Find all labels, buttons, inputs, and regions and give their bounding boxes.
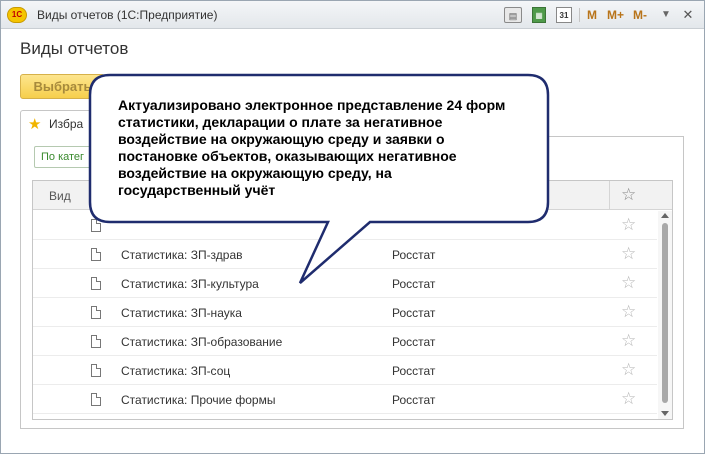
star-icon[interactable]: ☆ [621,273,636,293]
star-icon[interactable]: ☆ [621,244,636,264]
report-org: Росстат [392,393,436,407]
column-separator [609,181,610,210]
scroll-up-icon[interactable] [661,213,669,218]
report-org: Росстат [392,364,436,378]
column-header-vid[interactable]: Вид [49,189,71,203]
callout-text: Актуализировано электронное представлени… [118,97,506,198]
favorite-column-star-icon[interactable]: ☆ [621,185,636,205]
star-icon[interactable]: ☆ [621,389,636,409]
document-icon [91,248,101,261]
vertical-scrollbar[interactable] [658,211,672,419]
document-icon [91,335,101,348]
tab-favorites-label: Избра [49,117,84,131]
print-icon[interactable]: ▤ [504,7,522,23]
report-org: Росстат [392,277,436,291]
memory-button[interactable]: M [587,7,597,23]
table-row[interactable]: Статистика: ЗП-соц Росстат ☆ [33,356,657,385]
app-logo-icon: 1С [7,7,27,23]
report-org: Росстат [392,306,436,320]
reports-table: Вид ☆ ☆ Статистика: ЗП-здрав Росстат ☆ С… [32,180,673,420]
table-row[interactable]: Статистика: ЗП-здрав Росстат ☆ [33,240,657,269]
calculator-icon[interactable]: ▦ [532,7,546,23]
calendar-icon[interactable]: 31 [556,7,572,23]
report-name: Статистика: ЗП-культура [121,277,259,291]
star-icon[interactable]: ☆ [621,215,636,235]
report-org: Росстат [392,335,436,349]
table-row[interactable]: Статистика: ЗП-наука Росстат ☆ [33,298,657,327]
table-row[interactable]: Статистика: ЗП-образование Росстат ☆ [33,327,657,356]
table-row-hidden[interactable]: ☆ [33,211,657,240]
report-name: Статистика: ЗП-наука [121,306,242,320]
report-name: Статистика: Прочие формы [121,393,276,407]
memory-minus-button[interactable]: M- [633,7,647,23]
window-title: Виды отчетов (1С:Предприятие) [37,8,218,22]
page-title: Виды отчетов [20,39,129,58]
scroll-down-icon[interactable] [661,411,669,416]
star-icon[interactable]: ☆ [621,360,636,380]
document-icon [91,364,101,377]
memory-plus-button[interactable]: M+ [607,7,624,23]
table-row[interactable]: Статистика: Прочие формы Росстат ☆ [33,385,657,414]
report-name: Статистика: ЗП-образование [121,335,283,349]
document-icon [91,393,101,406]
toolbar-separator [579,8,580,22]
scroll-thumb[interactable] [662,223,668,403]
star-icon[interactable]: ☆ [621,302,636,322]
star-icon[interactable]: ☆ [621,331,636,351]
secondary-button[interactable] [113,74,153,99]
tab-favorites[interactable]: ★ Избра [20,110,130,138]
document-icon [91,277,101,290]
star-icon: ★ [28,116,42,133]
close-icon[interactable]: ✕ [681,7,695,23]
menu-icon[interactable]: ▼ [660,7,672,23]
table-row-partial[interactable] [33,414,657,419]
title-bar: 1С Виды отчетов (1С:Предприятие) ▤ ▦ 31 … [1,1,704,29]
document-icon [91,306,101,319]
document-icon [91,219,101,232]
table-row[interactable]: Статистика: ЗП-культура Росстат ☆ [33,269,657,298]
report-org: Росстат [392,248,436,262]
report-name: Статистика: ЗП-здрав [121,248,243,262]
report-name: Статистика: ЗП-соц [121,364,231,378]
select-button[interactable]: Выбрать [20,74,105,99]
main-window: 1С Виды отчетов (1С:Предприятие) ▤ ▦ 31 … [0,0,705,454]
